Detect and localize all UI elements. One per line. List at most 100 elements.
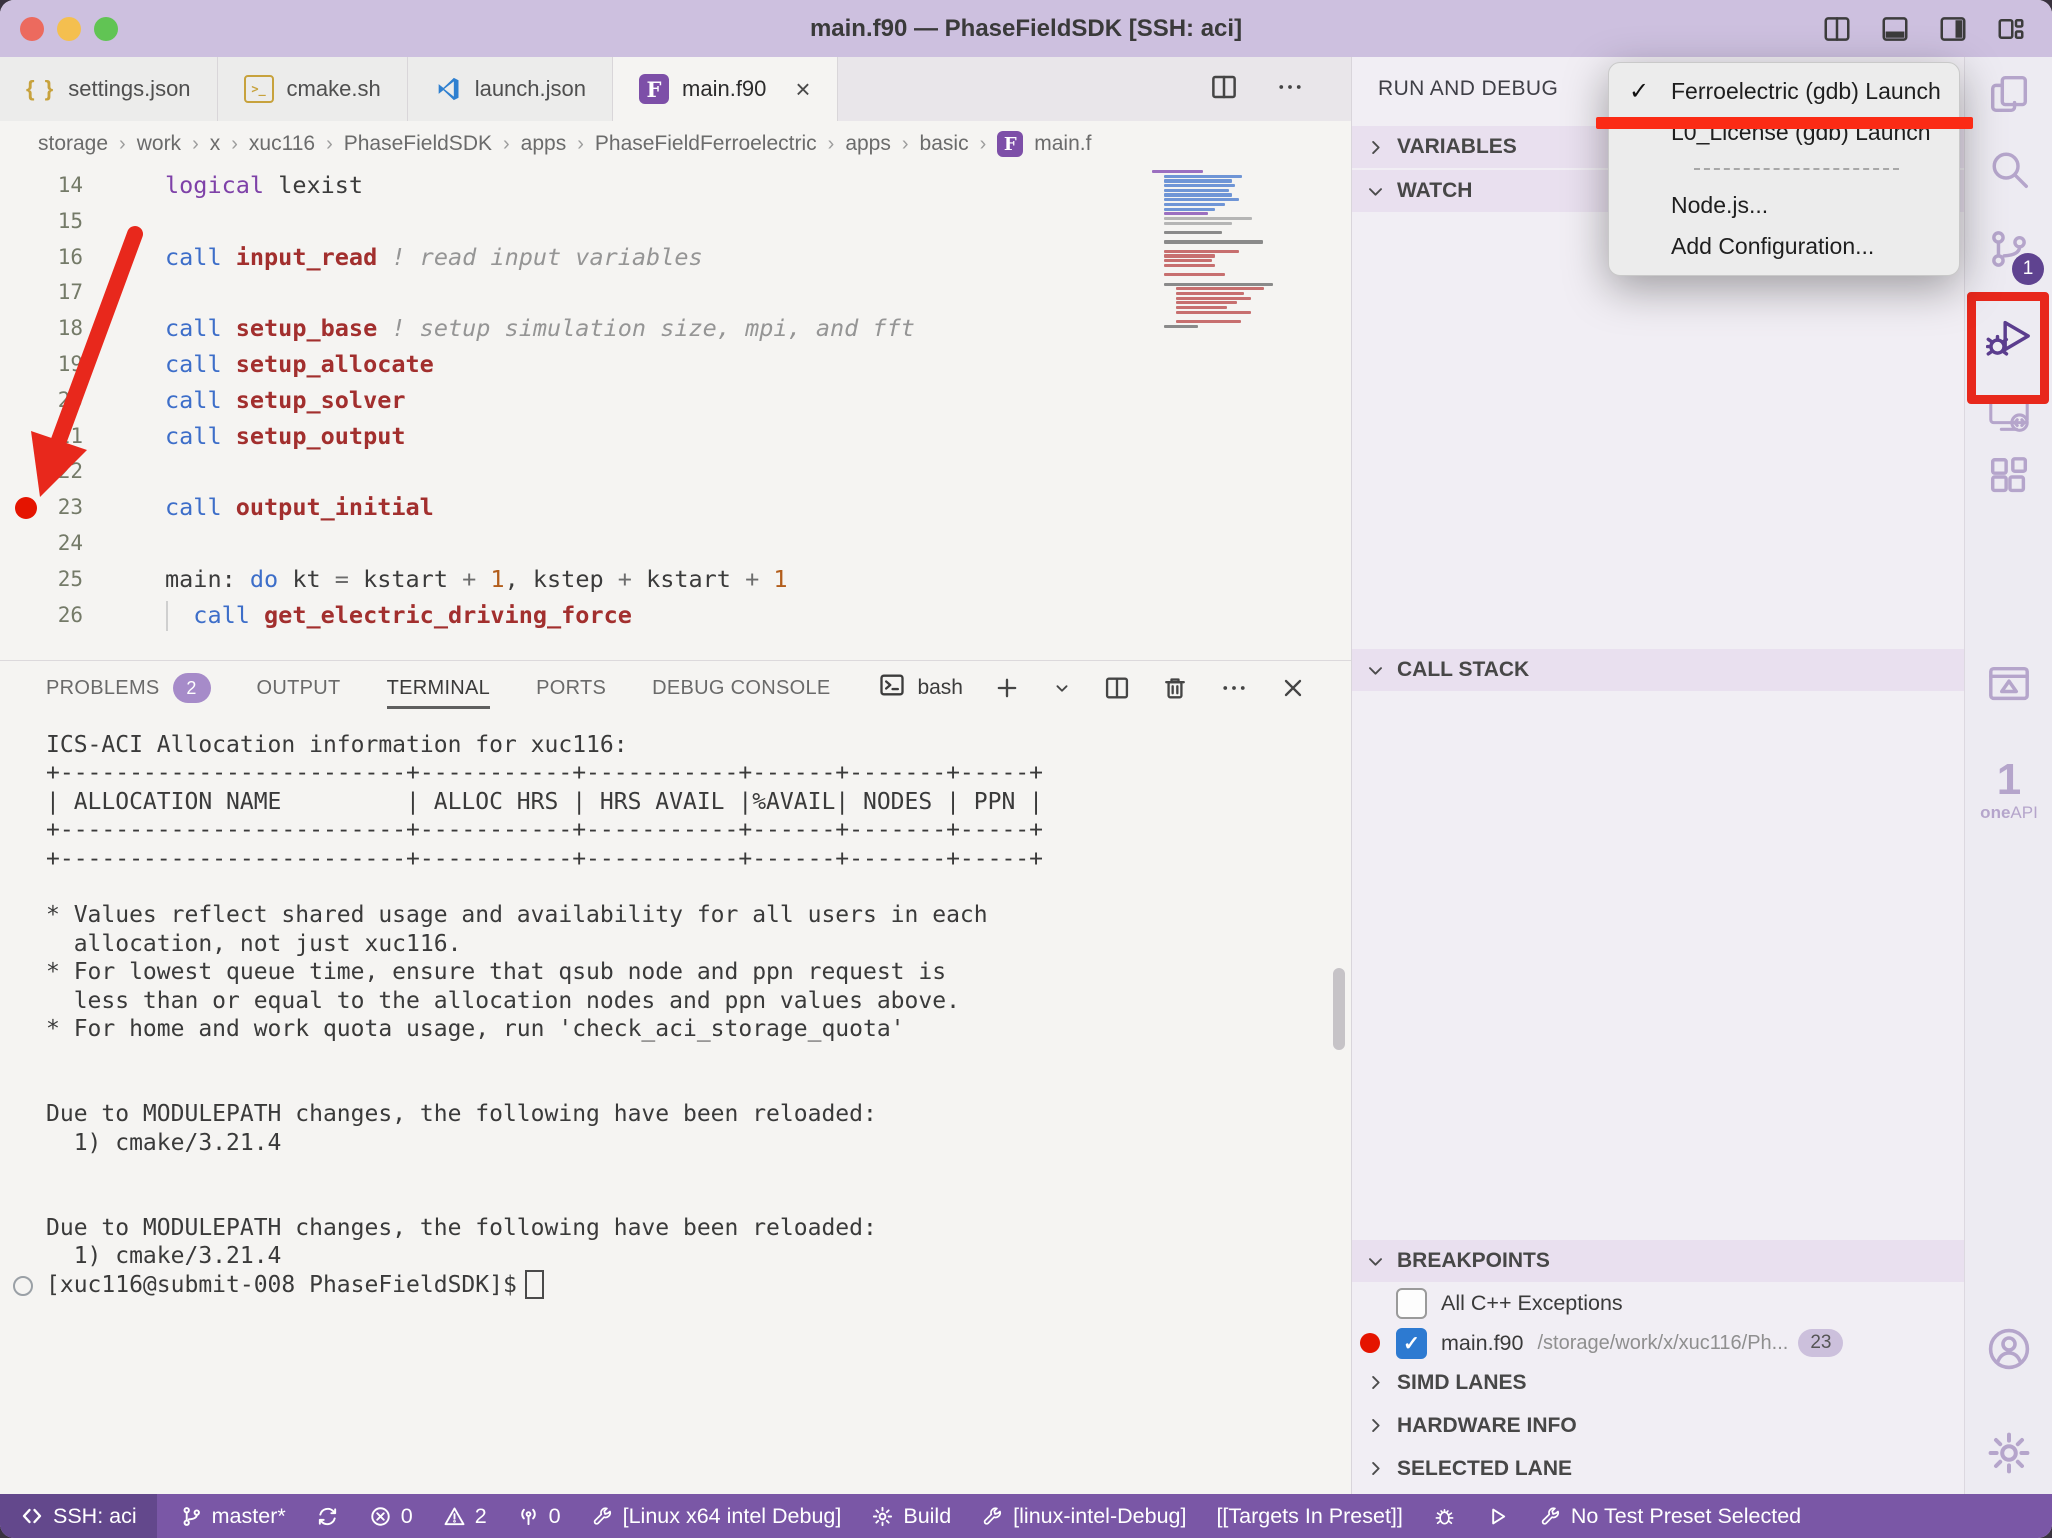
menu-item-ferroelectric-gdb-launch[interactable]: ✓Ferroelectric (gdb) Launch [1609, 71, 1959, 112]
kill-terminal-icon[interactable] [1161, 674, 1189, 702]
new-terminal-icon[interactable] [993, 674, 1021, 702]
checkbox-unchecked[interactable] [1396, 1288, 1427, 1319]
breadcrumb-separator-icon: › [577, 133, 584, 156]
terminal-prompt: [xuc116@submit-008 PhaseFieldSDK]$ [46, 1271, 517, 1299]
tab-main.f90[interactable]: Fmain.f90× [613, 57, 838, 121]
terminal[interactable]: ICS-ACI Allocation information for xuc11… [0, 715, 1351, 1494]
section-header-selected-lane[interactable]: SELECTED LANE [1352, 1447, 1964, 1490]
status-label: Build [903, 1504, 951, 1529]
status--targets-in-preset-[interactable]: [[Targets In Preset]] [1201, 1494, 1417, 1538]
section-header-hardware-info[interactable]: HARDWARE INFO [1352, 1404, 1964, 1447]
status--linux-x64-intel-debug-[interactable]: [Linux x64 intel Debug] [576, 1494, 857, 1538]
status--linux-intel-debug-[interactable]: [linux-intel-Debug] [966, 1494, 1201, 1538]
close-window-button[interactable] [20, 17, 44, 41]
panel-tab-terminal[interactable]: TERMINAL [387, 667, 491, 709]
close-tab-icon[interactable]: × [795, 76, 810, 102]
section-header-simd-lanes[interactable]: SIMD LANES [1352, 1361, 1964, 1404]
close-panel-icon[interactable] [1279, 674, 1307, 702]
tab-launch.json[interactable]: launch.json [408, 57, 613, 121]
titlebar-layout-actions [1822, 0, 2026, 57]
status-ssh-aci[interactable]: SSH: aci [0, 1494, 157, 1538]
terminal-dropdown-icon[interactable] [1051, 677, 1073, 699]
play-icon [1486, 1505, 1509, 1528]
titlebar: main.f90 — PhaseFieldSDK [SSH: aci] [0, 0, 2052, 57]
tab-bar: { }settings.json>_cmake.shlaunch.jsonFma… [0, 57, 1351, 121]
vscode-icon [434, 75, 462, 103]
bottom-panel: PROBLEMS2 OUTPUT TERMINAL PORTS DEBUG CONSOL… [0, 660, 1351, 1494]
section-label: CALL STACK [1397, 658, 1529, 682]
launch-config-menu: ✓Ferroelectric (gdb) LaunchL0_License (g… [1608, 62, 1960, 276]
status-bug[interactable] [1418, 1494, 1471, 1538]
status-label: master* [212, 1504, 286, 1529]
status-label: 0 [549, 1504, 561, 1529]
tab-cmake.sh[interactable]: >_cmake.sh [218, 57, 408, 121]
breadcrumb-item[interactable]: PhaseFieldFerroelectric [595, 132, 817, 156]
gear-icon [871, 1505, 894, 1528]
layout-sidebar-right-icon[interactable] [1938, 14, 1968, 44]
status-play[interactable] [1471, 1494, 1524, 1538]
minimize-window-button[interactable] [57, 17, 81, 41]
breadcrumb-item[interactable]: PhaseFieldSDK [344, 132, 492, 156]
panel-tab-output[interactable]: OUTPUT [257, 667, 341, 709]
layout-columns-icon[interactable] [1822, 14, 1852, 44]
breadcrumb-item[interactable]: x [210, 132, 221, 156]
command-decoration-icon[interactable] [13, 1276, 33, 1296]
activity-run-debug-icon[interactable] [1986, 314, 2032, 365]
checkbox-checked[interactable]: ✓ [1396, 1328, 1427, 1359]
chevron-down-icon [1366, 661, 1385, 680]
breakpoint-row[interactable]: ✓main.f90/storage/work/x/xuc116/Ph...23 [1352, 1324, 1964, 1362]
activity-settings-gear-icon[interactable] [1985, 1429, 2033, 1482]
breadcrumb-item[interactable]: apps [521, 132, 567, 156]
json-braces-icon: { } [26, 76, 55, 102]
split-editor-icon[interactable] [1209, 72, 1239, 107]
menu-item-node-js-[interactable]: Node.js... [1609, 185, 1959, 226]
breadcrumb-item[interactable]: basic [920, 132, 969, 156]
terminal-instance-bash[interactable]: bash [878, 671, 963, 705]
activity-search-icon[interactable] [1986, 146, 2032, 197]
section-header-breakpoints[interactable]: BREAKPOINTS [1352, 1240, 1964, 1282]
activity-oneapi-icon[interactable]: 1oneAPI [1980, 758, 2038, 821]
status-build[interactable]: Build [856, 1494, 966, 1538]
minimap[interactable] [1152, 170, 1328, 329]
terminal-scrollbar[interactable] [1333, 968, 1345, 1050]
tab-settings.json[interactable]: { }settings.json [0, 57, 218, 121]
breakpoint-row[interactable]: All C++ Exceptions [1352, 1282, 1964, 1324]
status-master-[interactable]: master* [165, 1494, 301, 1538]
activity-files-icon[interactable] [1986, 71, 2032, 122]
breadcrumb-item[interactable]: xuc116 [249, 132, 315, 156]
activity-source-control-icon[interactable]: 1 [1986, 226, 2032, 277]
panel-tab-label: DEBUG CONSOLE [652, 677, 830, 700]
activity-simulator-window-icon[interactable] [1986, 661, 2032, 712]
breadcrumb-file[interactable]: main.f [1034, 132, 1091, 156]
code-text: call input_read ! read input variables [165, 240, 703, 276]
code-editor[interactable]: 14logical lexist1516call input_read ! re… [0, 167, 1351, 660]
code-text: call setup_base ! setup simulation size,… [165, 311, 915, 347]
activity-account-icon[interactable] [1985, 1325, 2033, 1378]
panel-more-icon[interactable] [1219, 673, 1249, 703]
status-0[interactable]: 0 [502, 1494, 576, 1538]
status-2[interactable]: 2 [428, 1494, 502, 1538]
status-0[interactable]: 0 [354, 1494, 428, 1538]
breadcrumb-item[interactable]: storage [38, 132, 108, 156]
panel-tab-debug-console[interactable]: DEBUG CONSOLE [652, 667, 830, 709]
layout-panel-icon[interactable] [1880, 14, 1910, 44]
broadcast-icon [517, 1505, 540, 1528]
activity-remote-explorer-icon[interactable] [1986, 391, 2032, 442]
breadcrumb-item[interactable]: work [137, 132, 181, 156]
status-sync[interactable] [301, 1494, 354, 1538]
more-actions-icon[interactable] [1275, 72, 1305, 107]
status-no-test-preset-selected[interactable]: No Test Preset Selected [1524, 1494, 1816, 1538]
activity-extensions-icon[interactable] [1986, 454, 2032, 505]
code-text: call setup_allocate [165, 347, 434, 383]
shell-script-icon: >_ [244, 75, 274, 103]
section-header-call-stack[interactable]: CALL STACK [1352, 649, 1964, 691]
panel-tab-ports[interactable]: PORTS [536, 667, 606, 709]
panel-tab-problems[interactable]: PROBLEMS2 [46, 667, 211, 709]
breadcrumb-item[interactable]: apps [845, 132, 891, 156]
maximize-window-button[interactable] [94, 17, 118, 41]
split-terminal-icon[interactable] [1103, 674, 1131, 702]
layout-customize-icon[interactable] [1996, 14, 2026, 44]
chevron-down-icon [1366, 1252, 1385, 1271]
panel-tab-bar: PROBLEMS2 OUTPUT TERMINAL PORTS DEBUG CONSOL… [0, 661, 1351, 715]
menu-item-add-configuration-[interactable]: Add Configuration... [1609, 226, 1959, 267]
